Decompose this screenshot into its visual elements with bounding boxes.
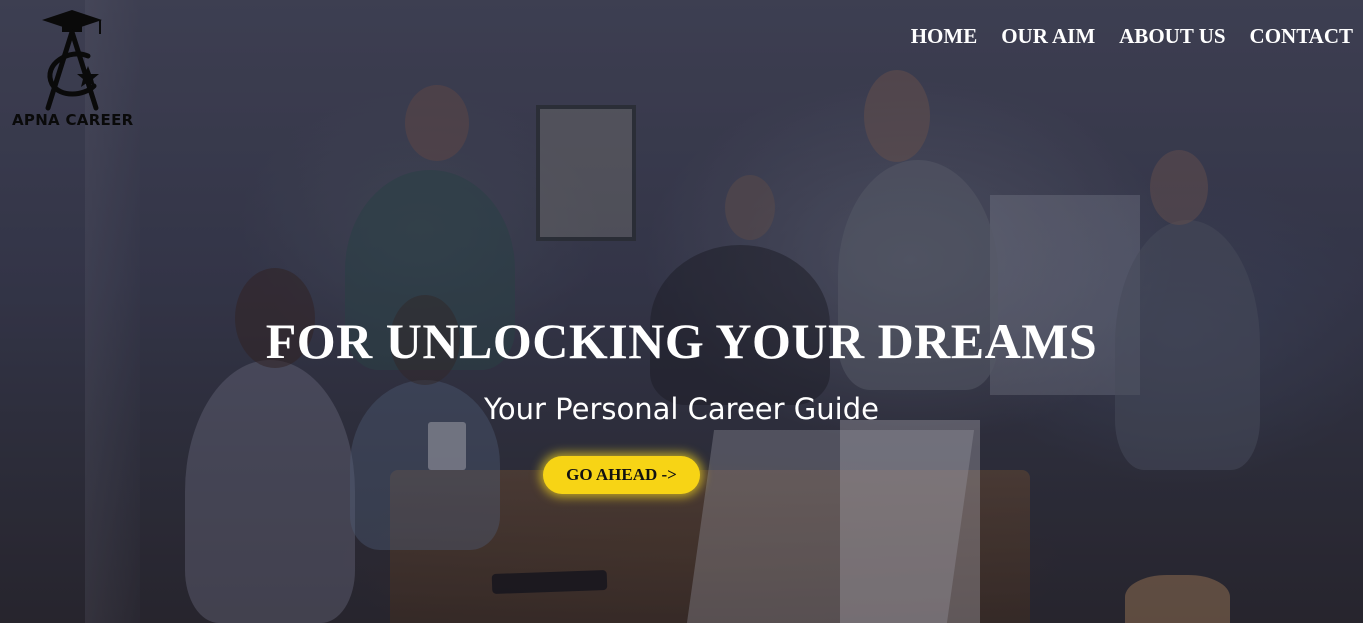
nav-contact-link[interactable]: CONTACT <box>1250 24 1353 49</box>
nav-about-us-link[interactable]: ABOUT US <box>1119 24 1225 49</box>
main-nav: HOME OUR AIM ABOUT US CONTACT <box>911 24 1353 49</box>
brand-logo[interactable]: APNA CAREER <box>10 8 140 130</box>
hero-headline: FOR UNLOCKING YOUR DREAMS <box>265 313 1098 369</box>
brand-name: APNA CAREER <box>12 111 134 129</box>
hero-subheadline: Your Personal Career Guide <box>484 392 879 426</box>
graduation-cap-compass-star-icon <box>42 10 102 111</box>
go-ahead-button[interactable]: GO AHEAD -> <box>543 456 700 494</box>
nav-home-link[interactable]: HOME <box>911 24 978 49</box>
nav-our-aim-link[interactable]: OUR AIM <box>1001 24 1095 49</box>
